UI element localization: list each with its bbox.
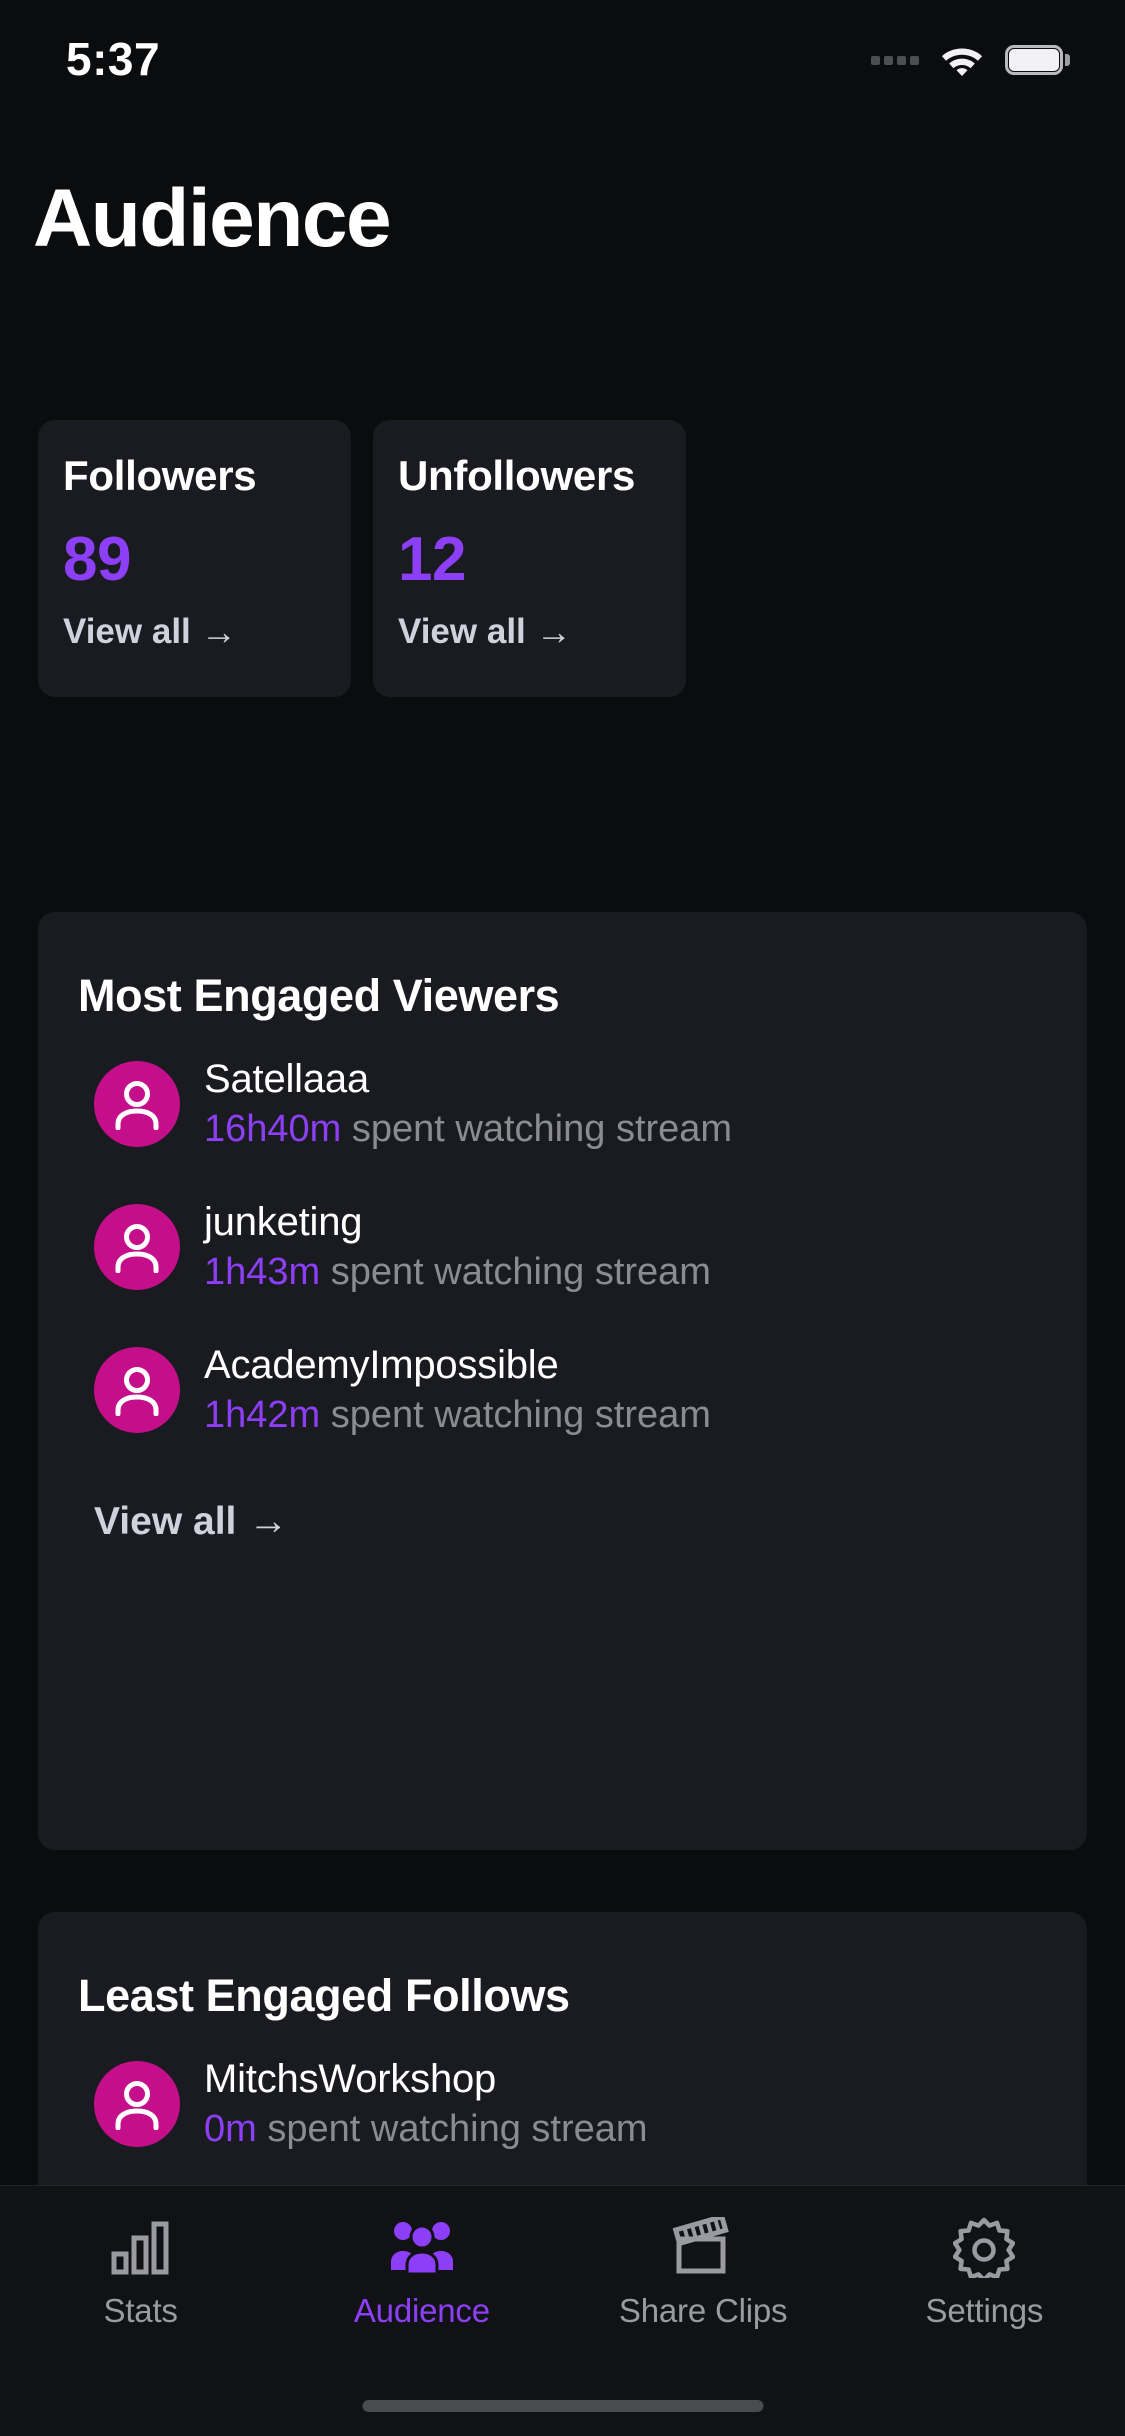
tab-share-clips[interactable]: Share Clips <box>591 2216 816 2330</box>
viewer-name: junketing <box>204 1200 363 1245</box>
watch-duration-suffix: spent watching stream <box>320 1394 711 1437</box>
most-engaged-view-all-link[interactable]: View all → <box>38 1483 1087 1544</box>
viewer-name: Satellaaa <box>204 1057 369 1102</box>
tab-stats[interactable]: Stats <box>28 2216 253 2330</box>
bar-chart-icon <box>110 2216 172 2278</box>
followers-view-all-link[interactable]: View all → <box>63 611 237 653</box>
section-title: Least Engaged Follows <box>78 1970 570 2021</box>
view-all-label: View all <box>94 1499 237 1543</box>
list-item[interactable]: AcademyImpossible 1h42m spent watching s… <box>38 1340 1087 1440</box>
clapperboard-icon <box>669 2216 737 2278</box>
most-engaged-viewers-card: Most Engaged Viewers Satellaaa 16h40m sp… <box>38 912 1087 1850</box>
stat-value: 89 <box>63 525 131 595</box>
stat-cards-row: Followers 89 View all → Unfollowers 12 V… <box>38 420 686 697</box>
viewer-meta: 1h42m spent watching stream <box>204 1394 711 1438</box>
person-icon <box>115 2081 159 2130</box>
avatar <box>94 1061 180 1147</box>
watch-duration: 0m <box>204 2108 257 2151</box>
stat-label: Unfollowers <box>398 452 636 499</box>
stat-card-followers[interactable]: Followers 89 View all → <box>38 420 351 697</box>
scroll-content[interactable]: Audience Followers 89 View all → Unfollo… <box>0 0 1125 2185</box>
people-icon <box>389 2216 455 2278</box>
section-title: Most Engaged Viewers <box>78 970 560 1021</box>
gear-icon <box>953 2216 1016 2278</box>
arrow-right-icon: → <box>248 1499 289 1543</box>
tab-settings[interactable]: Settings <box>872 2216 1097 2330</box>
home-indicator[interactable] <box>362 2400 763 2412</box>
tab-label: Share Clips <box>618 2292 788 2329</box>
avatar <box>94 1347 180 1433</box>
tab-audience[interactable]: Audience <box>309 2216 534 2330</box>
viewer-info: Satellaaa 16h40m spent watching stream <box>204 1056 732 1152</box>
unfollowers-view-all-link[interactable]: View all → <box>398 611 572 653</box>
list-item[interactable]: junketing 1h43m spent watching stream <box>38 1197 1087 1297</box>
viewer-meta: 16h40m spent watching stream <box>204 1108 732 1152</box>
arrow-right-icon: → <box>535 611 572 652</box>
tab-label: Audience <box>353 2292 490 2329</box>
view-all-label: View all <box>398 612 526 651</box>
view-all-label: View all <box>63 612 191 651</box>
least-engaged-follows-card: Least Engaged Follows MitchsWorkshop 0m … <box>38 1912 1087 2185</box>
avatar <box>94 2061 180 2147</box>
person-icon <box>115 1081 159 1130</box>
watch-duration-suffix: spent watching stream <box>320 1251 711 1294</box>
stat-value: 12 <box>398 525 466 595</box>
arrow-right-icon: → <box>200 611 237 652</box>
least-engaged-viewer-list: MitchsWorkshop 0m spent watching stream <box>38 2054 1087 2154</box>
viewer-meta: 1h43m spent watching stream <box>204 1251 711 1295</box>
most-engaged-viewer-list: Satellaaa 16h40m spent watching stream j… <box>38 1054 1087 1440</box>
list-item[interactable]: Satellaaa 16h40m spent watching stream <box>38 1054 1087 1154</box>
watch-duration: 16h40m <box>204 1108 342 1151</box>
viewer-info: junketing 1h43m spent watching stream <box>204 1199 711 1295</box>
list-item[interactable]: MitchsWorkshop 0m spent watching stream <box>38 2054 1087 2154</box>
watch-duration: 1h43m <box>204 1251 321 1294</box>
stat-card-unfollowers[interactable]: Unfollowers 12 View all → <box>373 420 686 697</box>
viewer-name: MitchsWorkshop <box>204 2057 497 2102</box>
tab-label: Settings <box>925 2292 1044 2329</box>
viewer-info: MitchsWorkshop 0m spent watching stream <box>204 2056 648 2152</box>
viewer-meta: 0m spent watching stream <box>204 2108 648 2152</box>
watch-duration-suffix: spent watching stream <box>341 1108 733 1151</box>
person-icon <box>115 1367 159 1416</box>
watch-duration: 1h42m <box>204 1394 321 1437</box>
stat-label: Followers <box>63 452 257 499</box>
avatar <box>94 1204 180 1290</box>
bottom-tab-bar: Stats Audience Share Clips Settings <box>0 2185 1125 2436</box>
watch-duration-suffix: spent watching stream <box>256 2108 648 2151</box>
tab-label: Stats <box>103 2292 178 2329</box>
person-icon <box>115 1224 159 1273</box>
viewer-info: AcademyImpossible 1h42m spent watching s… <box>204 1342 711 1438</box>
page-title: Audience <box>33 173 392 264</box>
viewer-name: AcademyImpossible <box>204 1343 559 1388</box>
